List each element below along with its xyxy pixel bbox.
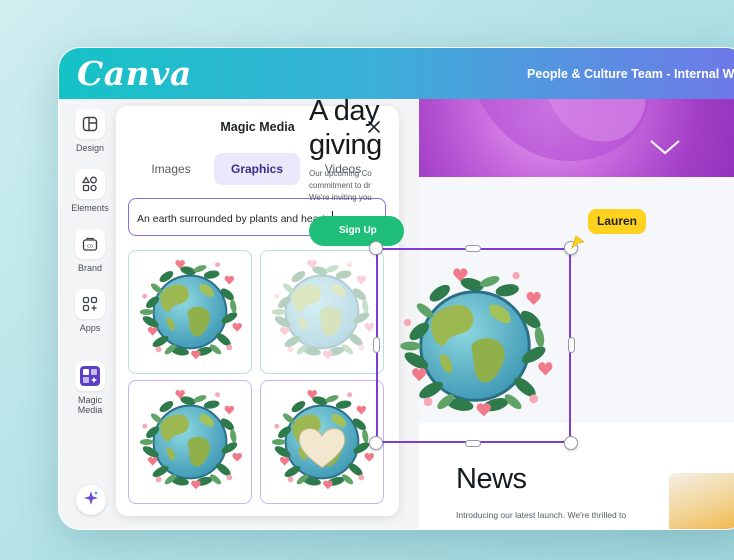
rail-item-elements[interactable]: Elements: [65, 169, 115, 213]
hero-copy-line: We're inviting you: [309, 193, 372, 202]
shapes-icon: [75, 169, 105, 199]
rail-label-elements: Elements: [71, 203, 109, 213]
earth-graphic-icon: [398, 266, 554, 418]
resize-handle-right[interactable]: [568, 337, 575, 353]
result-thumbnail-1[interactable]: [128, 250, 252, 374]
project-title[interactable]: People & Culture Team - Internal Website: [527, 67, 734, 81]
collaborator-name-tag: Lauren: [588, 209, 647, 234]
layout-icon: [75, 109, 105, 139]
rail-label-design: Design: [75, 143, 104, 153]
heart-earth-graphic-icon: [270, 389, 375, 491]
hero-copy-line: Our upcoming Co: [309, 169, 372, 178]
news-image[interactable]: [669, 473, 734, 529]
rail-item-brand[interactable]: co Brand: [65, 229, 115, 273]
chevron-down-icon[interactable]: [649, 139, 681, 155]
rail-item-apps[interactable]: Apps: [65, 289, 115, 333]
result-thumbnail-4[interactable]: [260, 380, 384, 504]
result-thumbnail-2[interactable]: [260, 250, 384, 374]
apps-icon: [75, 289, 105, 319]
collaborator-cursor-icon: [571, 235, 585, 250]
svg-text:co: co: [87, 244, 93, 250]
rail-item-design[interactable]: Design: [65, 109, 115, 153]
hero-copy-line: commitment to dr: [309, 181, 371, 190]
tab-graphics[interactable]: Graphics: [214, 153, 300, 185]
resize-handle-bottom-right[interactable]: [564, 436, 578, 450]
hero-title-line: A day: [309, 95, 380, 127]
resize-handle-bottom[interactable]: [465, 440, 481, 447]
resize-handle-top[interactable]: [465, 245, 481, 252]
result-thumbnail-3[interactable]: [128, 380, 252, 504]
hero-title-line: giving: [309, 129, 382, 161]
rail-label-brand: Brand: [77, 263, 103, 273]
resize-handle-left[interactable]: [373, 337, 380, 353]
news-title[interactable]: News: [456, 463, 527, 496]
canva-logo[interactable]: Canva: [77, 54, 192, 93]
hero-copy[interactable]: Our upcoming Co commitment to dr We're i…: [309, 168, 372, 204]
brand-kit-icon: co: [75, 229, 105, 259]
prompt-text: An earth surrounded by plants and hearts: [137, 213, 331, 225]
hero-banner-image: [419, 99, 734, 177]
top-bar: Canva People & Culture Team - Internal W…: [59, 48, 734, 99]
side-rail: Design Elements co Brand Apps Magic Medi: [59, 99, 117, 529]
rail-label-magic-media: Magic Media: [77, 395, 103, 415]
signup-button[interactable]: Sign Up: [309, 216, 404, 246]
rail-label-apps: Apps: [79, 323, 101, 333]
earth-graphic-icon: [138, 259, 243, 361]
hero-title[interactable]: A day giving: [309, 94, 382, 162]
tab-images[interactable]: Images: [128, 153, 214, 185]
selected-element[interactable]: [376, 248, 571, 443]
magic-media-icon: [75, 361, 105, 391]
news-copy[interactable]: Introducing our latest launch. We're thr…: [456, 510, 626, 520]
earth-graphic-faded-icon: [270, 259, 375, 361]
rail-item-magic-media[interactable]: Magic Media: [65, 361, 115, 415]
sparkle-icon: [83, 490, 99, 511]
resize-handle-top-left[interactable]: [369, 241, 383, 255]
resize-handle-bottom-left[interactable]: [369, 436, 383, 450]
magic-assistant-button[interactable]: [76, 485, 106, 515]
earth-graphic-icon: [138, 389, 243, 491]
